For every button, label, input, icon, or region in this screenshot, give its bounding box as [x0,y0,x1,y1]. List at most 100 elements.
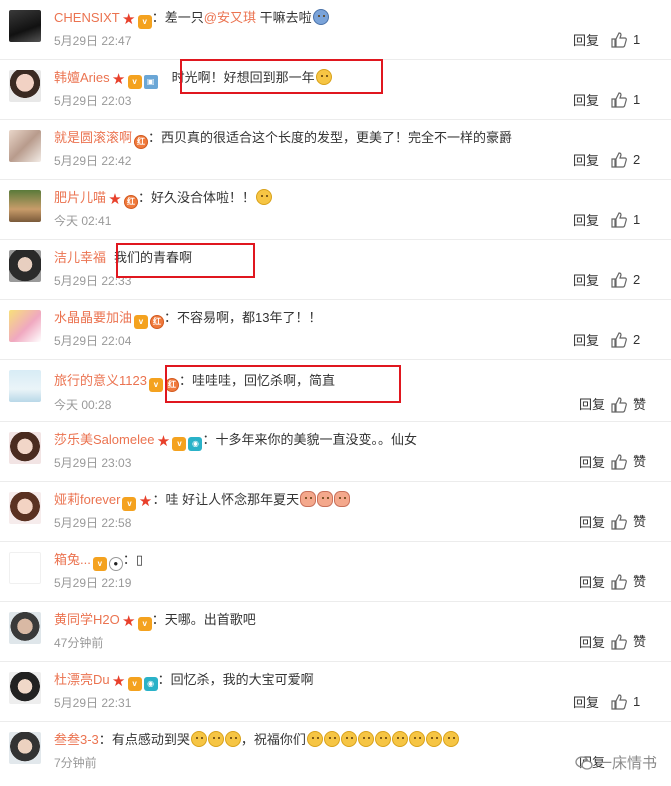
reply-button[interactable]: 回复 [573,93,599,109]
thumbs-up-icon [611,92,627,108]
like-count: 2 [633,272,641,287]
reply-button[interactable]: 回复 [573,153,599,169]
vip-icon: v [127,677,142,691]
like-button[interactable]: 2 [611,271,651,289]
like-count: 1 [633,32,641,47]
like-button[interactable]: 赞 [611,573,651,591]
avatar[interactable] [9,190,41,222]
comment-text: 不容易啊，都13年了！！ [177,310,322,325]
like-button[interactable]: 赞 [611,633,651,651]
avatar[interactable] [9,552,41,584]
star-icon: ★ [122,613,136,630]
avatar[interactable] [9,672,41,704]
username-link[interactable]: 洁儿幸福 [54,250,106,265]
like-button[interactable]: 2 [611,151,651,169]
comment-text: ▯ [135,552,144,567]
reply-button[interactable]: 回复 [573,695,599,711]
username-link[interactable]: 叁叁3-3 [54,732,99,747]
like-button[interactable]: 1 [611,31,651,49]
username-link[interactable]: 就是圆滚滚啊 [54,130,132,145]
star-icon: ★ [156,433,171,450]
reply-button[interactable]: 回复 [573,333,599,349]
like-button[interactable]: 赞 [611,453,651,471]
avatar[interactable] [9,310,41,342]
avatar[interactable] [9,70,41,102]
like-count: 1 [633,92,641,107]
username-link[interactable]: 莎乐美Salomelee [54,432,154,447]
username-link[interactable]: 杜漂亮Du [54,672,110,687]
avatar[interactable] [9,10,41,42]
avatar[interactable] [9,250,41,282]
username-link[interactable]: 水晶晶要加油 [54,310,132,325]
reply-button[interactable]: 回复 [579,515,605,531]
like-label: 赞 [633,574,647,589]
like-button[interactable]: 2 [611,331,651,349]
photo-icon: ▣ [143,75,158,89]
star-icon: ★ [111,673,126,690]
username-link[interactable]: 箱兔... [54,552,91,567]
reply-button[interactable]: 回复 [579,397,605,413]
wechat-icon [575,756,593,770]
username-link[interactable]: 肥片儿喵 [54,190,106,205]
camera-icon: ◉ [143,677,158,691]
avatar[interactable] [9,370,41,402]
like-button[interactable]: 1 [611,91,651,109]
avatar[interactable] [9,432,41,464]
avatar[interactable] [9,732,41,764]
comment-item: 娅莉forever v ★：哇 好让人怀念那年夏天 5月29日 22:58 回复 赞 [0,482,671,542]
pig-emoji-icon [317,491,334,507]
star-icon: ★ [108,191,122,208]
star-icon: ★ [122,11,136,28]
vip-icon: v [122,497,137,511]
laughing-emoji-icon [256,189,273,205]
like-button[interactable]: 赞 [611,396,651,414]
timestamp: 5月29日 22:04 [54,334,132,348]
like-count: 1 [633,694,641,709]
comment-text: 干嘛去啦 [255,10,312,25]
vip-icon: v [92,557,107,571]
reply-button[interactable]: 回复 [573,213,599,229]
like-button[interactable]: 1 [611,211,651,229]
timestamp: 5月29日 22:47 [54,34,132,48]
comment-line: 肥片儿喵 ★ 红：好久没合体啦！！ [54,189,273,209]
comment-item: 箱兔... v ● ：▯ 5月29日 22:19 回复 赞 [0,542,671,602]
timestamp: 5月29日 22:58 [54,516,132,530]
vip-icon: v [134,315,149,329]
highlight-box [116,243,255,278]
username-link[interactable]: 旅行的意义1123 [54,373,147,388]
reply-button[interactable]: 回复 [579,575,605,591]
vip-icon: v [148,378,163,392]
like-button[interactable]: 1 [611,693,651,711]
comment-text: 哇 好让人怀念那年夏天 [165,492,300,507]
mention-link[interactable]: @安又琪 [204,10,256,25]
avatar[interactable] [9,612,41,644]
emoji-icon [312,9,329,25]
comment-item: 肥片儿喵 ★ 红：好久没合体啦！！ 今天 02:41 回复 1 [0,180,671,240]
comment-item: CHENSIXT ★ v ：差一只@安又琪 干嘛去啦 5月29日 22:47 回复 1 [0,0,671,60]
comment-item: 洁儿幸福 我们的青春啊 5月29日 22:33 回复 2 [0,240,671,300]
timestamp: 7分钟前 [54,756,97,770]
emoji-icon [306,731,323,747]
username-link[interactable]: 韩嬗Aries [54,70,110,85]
emoji-icon [340,731,357,747]
like-button[interactable]: 赞 [611,513,651,531]
reply-button[interactable]: 回复 [579,455,605,471]
username-link[interactable]: CHENSIXT [54,10,120,25]
comment-text: 好久没合体啦！！ [151,190,256,205]
red-envelope-icon: 红 [124,195,139,209]
avatar[interactable] [9,492,41,524]
watermark-text: 一床情书 [596,755,657,772]
avatar[interactable] [9,130,41,162]
reply-button[interactable]: 回复 [573,33,599,49]
timestamp: 5月29日 22:03 [54,94,132,108]
username-link[interactable]: 娅莉forever [54,492,120,507]
reply-button[interactable]: 回复 [579,635,605,651]
username-link[interactable]: 黄同学H2O [54,612,120,627]
comment-line: 叁叁3-3：有点感动到哭 ，祝福你们 [54,731,459,749]
thumbs-up-icon [611,397,627,413]
reply-button[interactable]: 回复 [573,273,599,289]
thumbs-up-icon [611,694,627,710]
comment-line: 水晶晶要加油 v 红：不容易啊，都13年了！！ [54,309,322,329]
emoji-icon [374,731,391,747]
red-envelope-icon: 红 [134,135,149,149]
